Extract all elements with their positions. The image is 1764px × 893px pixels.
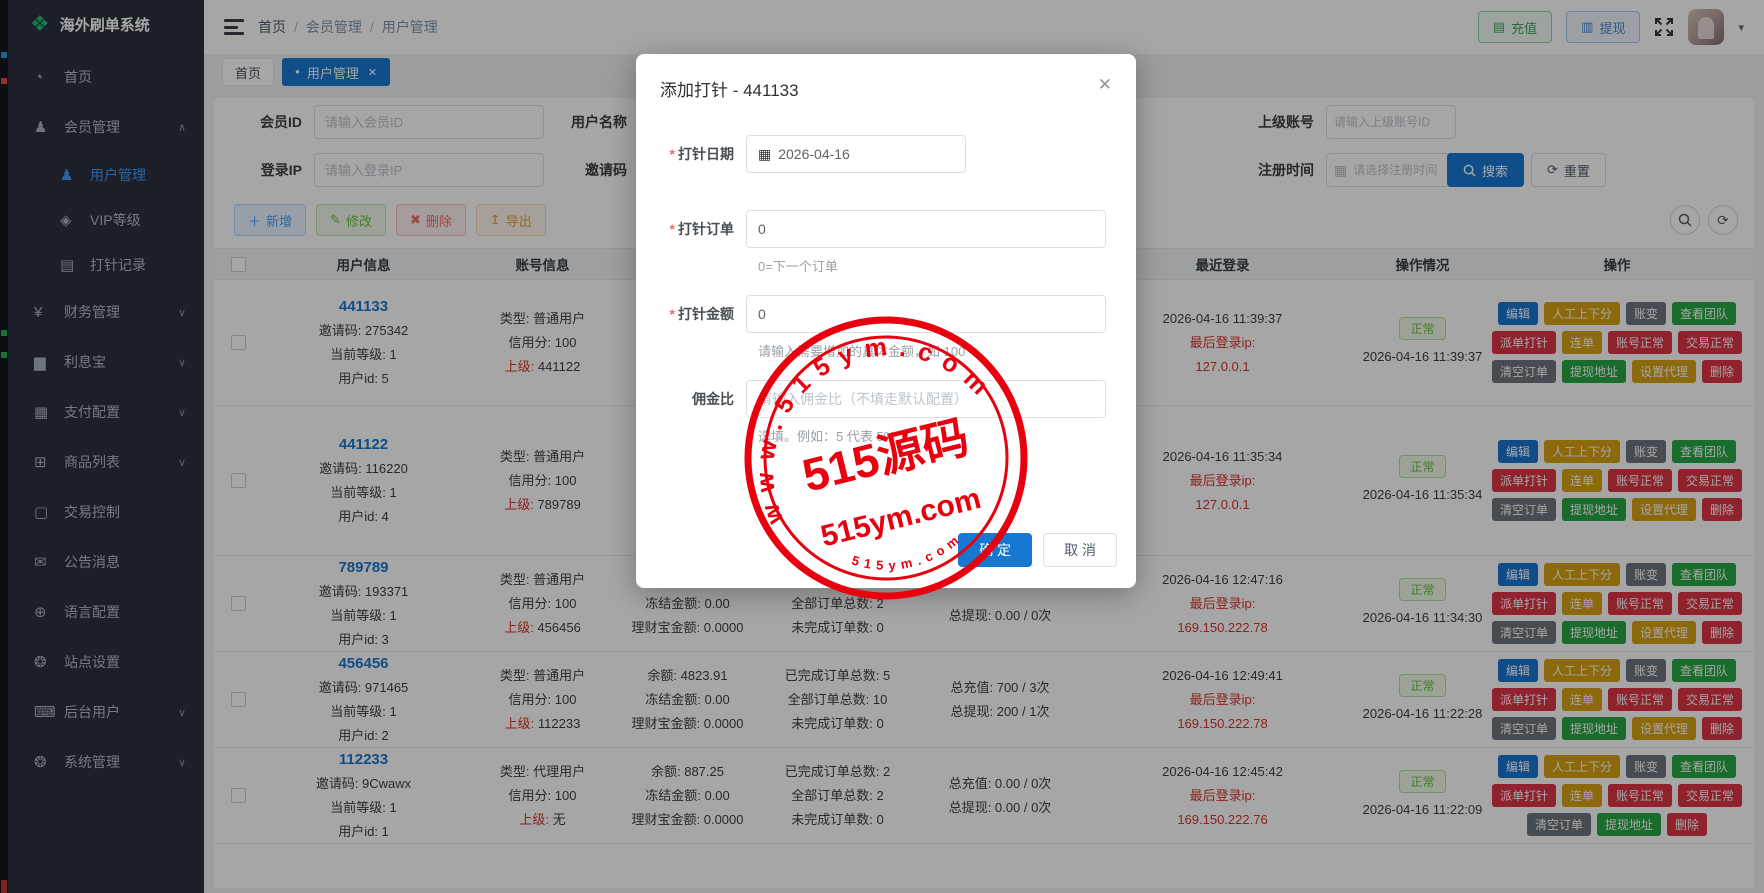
commission-input-wrap bbox=[746, 380, 1106, 418]
modal-close-icon[interactable]: ✕ bbox=[1098, 76, 1112, 93]
injection-order-input[interactable] bbox=[758, 221, 1094, 237]
injection-order-label: *打针订单 bbox=[636, 219, 746, 239]
injection-amount-input-wrap bbox=[746, 295, 1106, 333]
add-injection-modal: 添加打针 - 441133 ✕ *打针日期 ▦ *打针订单 0=下一个订单 *打… bbox=[636, 54, 1136, 588]
commission-hint: 选填。例如：5 代表 5% bbox=[758, 426, 1136, 445]
injection-amount-input[interactable] bbox=[758, 306, 1094, 322]
injection-date-label: *打针日期 bbox=[636, 144, 746, 164]
injection-order-hint: 0=下一个订单 bbox=[758, 256, 1136, 275]
confirm-button[interactable]: 确 定 bbox=[958, 533, 1032, 567]
commission-input[interactable] bbox=[758, 391, 1094, 407]
modal-title: 添加打针 - 441133 bbox=[660, 76, 799, 101]
injection-order-input-wrap bbox=[746, 210, 1106, 248]
commission-label: 佣金比 bbox=[636, 389, 746, 409]
calendar-icon: ▦ bbox=[758, 146, 771, 163]
injection-date-input-wrap: ▦ bbox=[746, 135, 966, 173]
cancel-button[interactable]: 取 消 bbox=[1043, 533, 1117, 567]
injection-amount-label: *打针金额 bbox=[636, 304, 746, 324]
injection-date-input[interactable] bbox=[778, 146, 954, 162]
injection-amount-hint: 请输入需要增加的具体金额，如 100 bbox=[758, 341, 1136, 360]
